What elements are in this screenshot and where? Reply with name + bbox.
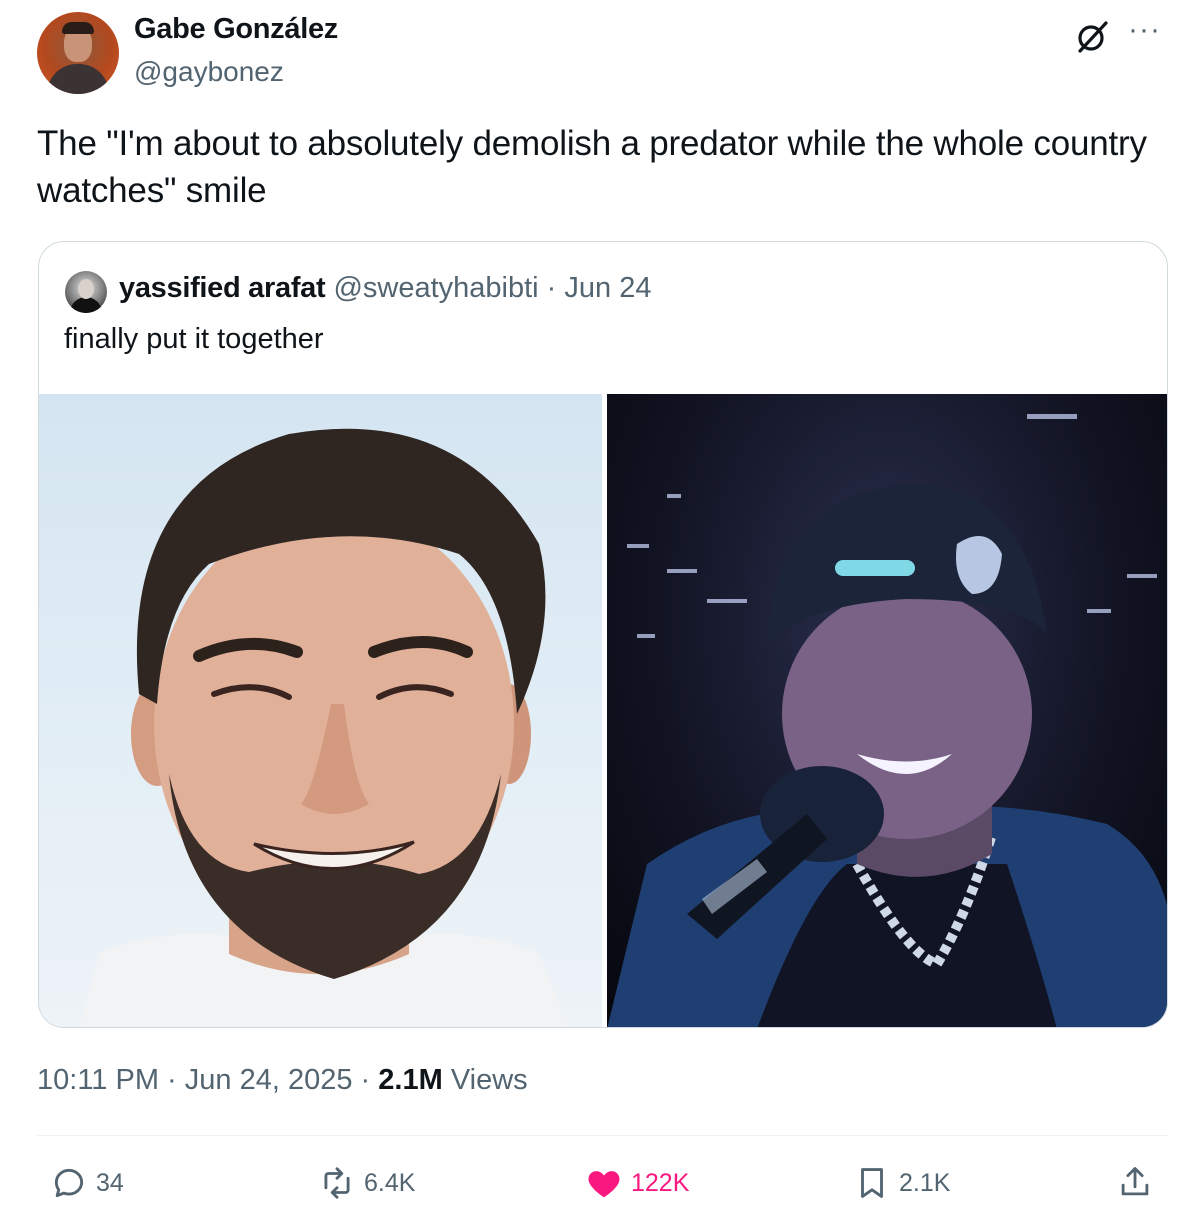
tweet: Gabe González @gaybonez ··· The "I'm abo… bbox=[0, 0, 1198, 1228]
tweet-date[interactable]: Jun 24, 2025 bbox=[185, 1064, 353, 1096]
reply-icon bbox=[54, 1168, 84, 1198]
grok-icon[interactable] bbox=[1073, 18, 1111, 56]
quoted-avatar bbox=[65, 271, 107, 313]
quoted-tweet[interactable]: yassified arafat @sweatyhabibti · Jun 24… bbox=[38, 241, 1168, 1028]
quoted-text: finally put it together bbox=[64, 323, 324, 355]
bookmark-count: 2.1K bbox=[899, 1168, 951, 1197]
quoted-header: yassified arafat @sweatyhabibti · Jun 24 bbox=[119, 272, 651, 305]
repost-button[interactable]: 6.4K bbox=[318, 1163, 415, 1203]
bookmark-button[interactable]: 2.1K bbox=[853, 1163, 950, 1203]
author-avatar[interactable] bbox=[37, 12, 119, 94]
reply-button[interactable]: 34 bbox=[50, 1163, 124, 1203]
tweet-meta: 10:11 PM · Jun 24, 2025 · 2.1M Views bbox=[37, 1064, 528, 1097]
quoted-photo-left[interactable] bbox=[39, 394, 602, 1027]
quoted-avatar-body bbox=[70, 297, 102, 313]
performer-illustration bbox=[607, 414, 1167, 1027]
heart-icon bbox=[588, 1171, 620, 1198]
views-label: Views bbox=[450, 1064, 528, 1096]
quoted-avatar-face bbox=[78, 279, 94, 299]
share-button[interactable] bbox=[1116, 1163, 1154, 1206]
quoted-name: yassified arafat bbox=[119, 272, 326, 304]
share-icon bbox=[1121, 1167, 1149, 1196]
avatar-body bbox=[47, 64, 109, 94]
avatar-hair bbox=[62, 22, 94, 34]
repost-count: 6.4K bbox=[364, 1168, 416, 1197]
author-handle[interactable]: @gaybonez bbox=[134, 56, 284, 88]
quoted-handle: @sweatyhabibti bbox=[333, 272, 539, 304]
portrait-illustration bbox=[79, 428, 569, 1027]
bookmark-icon bbox=[861, 1168, 883, 1198]
quoted-photo-right[interactable] bbox=[607, 394, 1167, 1027]
author-name[interactable]: Gabe González bbox=[134, 13, 338, 46]
views-count: 2.1M bbox=[378, 1064, 443, 1096]
like-count: 122K bbox=[631, 1168, 690, 1197]
like-button[interactable]: 122K bbox=[585, 1163, 689, 1203]
divider bbox=[37, 1135, 1168, 1136]
repost-icon bbox=[324, 1167, 350, 1199]
reply-count: 34 bbox=[96, 1168, 124, 1197]
more-icon[interactable]: ··· bbox=[1128, 15, 1161, 45]
meta-separator: · bbox=[167, 1064, 177, 1096]
quoted-date: Jun 24 bbox=[564, 272, 652, 304]
meta-separator: · bbox=[360, 1064, 371, 1096]
tweet-time[interactable]: 10:11 PM bbox=[37, 1064, 159, 1096]
quoted-separator: · bbox=[546, 272, 557, 304]
tweet-text: The "I'm about to absolutely demolish a … bbox=[37, 124, 1147, 210]
